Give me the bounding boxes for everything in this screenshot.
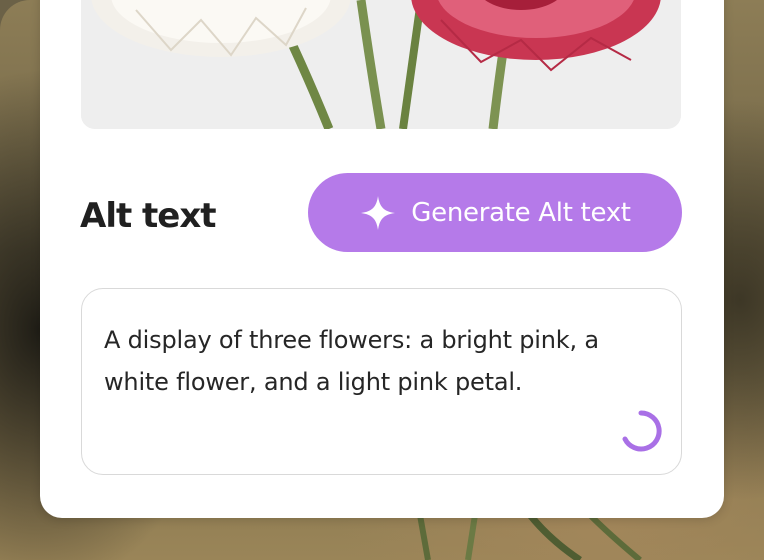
alt-text-field[interactable]: A display of three flowers: a bright pin… [81,288,682,475]
stems-background [417,515,642,560]
flower-photo [81,0,681,129]
loading-spinner-icon [622,410,662,452]
generate-alt-text-button[interactable]: Generate Alt text [308,173,682,252]
alt-text-description[interactable]: A display of three flowers: a bright pin… [104,319,664,403]
sparkle-icon [359,194,397,232]
alt-text-heading: Alt text [80,196,217,236]
generate-button-label: Generate Alt text [411,197,631,228]
